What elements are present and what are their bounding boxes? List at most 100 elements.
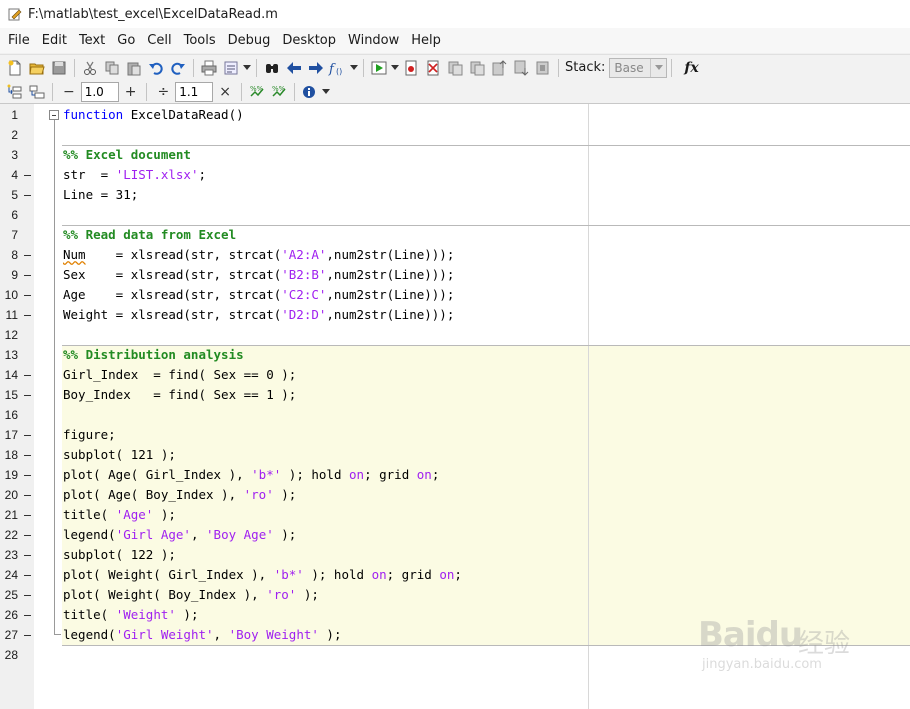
new-file-icon[interactable] (4, 58, 26, 78)
divide-value-input[interactable] (175, 81, 214, 102)
code-line[interactable]: 24 plot( Weight( Girl_Index ), 'b*' ); ho… (0, 565, 910, 585)
step-in-icon[interactable] (466, 58, 488, 78)
executable-line-marker[interactable] (24, 315, 31, 316)
exit-debug-icon[interactable] (532, 58, 554, 78)
executable-line-marker[interactable] (24, 395, 31, 396)
executable-line-marker[interactable] (24, 295, 31, 296)
executable-line-marker[interactable] (24, 375, 31, 376)
code-line[interactable]: 25 plot( Weight( Boy_Index ), 'ro' ); (0, 585, 910, 605)
code-line[interactable]: 5 Line = 31; (0, 185, 910, 205)
code-line[interactable]: 15 Boy_Index = find( Sex == 1 ); (0, 385, 910, 405)
info-icon[interactable] (299, 82, 321, 102)
multiply-button[interactable]: × (219, 84, 231, 100)
decrement-value-input[interactable] (80, 81, 119, 102)
executable-line-marker[interactable] (24, 595, 31, 596)
code-text[interactable]: Boy_Index = find( Sex == 1 ); (63, 385, 296, 405)
divide-button[interactable]: ÷ (157, 84, 169, 100)
code-text[interactable]: subplot( 121 ); (63, 445, 176, 465)
menu-text[interactable]: Text (73, 28, 111, 53)
code-line[interactable]: 19 plot( Age( Girl_Index ), 'b*' ); hold … (0, 465, 910, 485)
code-line[interactable]: 11 Weight = xlsread(str, strcat('D2:D',nu… (0, 305, 910, 325)
back-arrow-icon[interactable] (283, 58, 305, 78)
code-line[interactable]: 9 Sex = xlsread(str, strcat('B2:B',num2st… (0, 265, 910, 285)
executable-line-marker[interactable] (24, 175, 31, 176)
code-line[interactable]: 14 Girl_Index = find( Sex == 0 ); (0, 365, 910, 385)
run-icon[interactable] (368, 58, 390, 78)
cut-icon[interactable] (79, 58, 101, 78)
code-text[interactable]: %% Distribution analysis (63, 345, 244, 365)
code-text[interactable]: function ExcelDataRead() (63, 105, 244, 125)
menu-tools[interactable]: Tools (178, 28, 222, 53)
menu-edit[interactable]: Edit (36, 28, 73, 53)
redo-icon[interactable] (167, 58, 189, 78)
code-text[interactable]: Weight = xlsread(str, strcat('D2:D',num2… (63, 305, 454, 325)
executable-line-marker[interactable] (24, 435, 31, 436)
code-text[interactable]: subplot( 122 ); (63, 545, 176, 565)
clear-breakpoints-icon[interactable] (422, 58, 444, 78)
code-text[interactable]: Girl_Index = find( Sex == 0 ); (63, 365, 296, 385)
executable-line-marker[interactable] (24, 575, 31, 576)
code-editor[interactable]: 1 function ExcelDataRead() 2 3%% Excel docu… (0, 104, 910, 709)
decrement-minus-button[interactable]: − (63, 84, 75, 100)
function-list-icon[interactable]: f() (327, 58, 349, 78)
insert-cell-icon[interactable] (4, 82, 26, 102)
code-text[interactable]: title( 'Age' ); (63, 505, 176, 525)
code-text[interactable]: plot( Weight( Girl_Index ), 'b*' ); hold… (63, 565, 462, 585)
collapse-fold-icon[interactable] (49, 110, 59, 120)
code-line[interactable]: 8 Num = xlsread(str, strcat('A2:A',num2st… (0, 245, 910, 265)
executable-line-marker[interactable] (24, 495, 31, 496)
code-text[interactable]: title( 'Weight' ); (63, 605, 198, 625)
chevron-down-icon[interactable] (650, 58, 666, 77)
executable-line-marker[interactable] (24, 255, 31, 256)
chevron-down-icon[interactable] (349, 58, 359, 78)
set-breakpoint-icon[interactable] (400, 58, 422, 78)
chevron-down-icon[interactable] (321, 82, 331, 102)
code-text[interactable]: str = 'LIST.xlsx'; (63, 165, 206, 185)
menu-file[interactable]: File (2, 28, 36, 53)
code-text[interactable]: Age = xlsread(str, strcat('C2:C',num2str… (63, 285, 454, 305)
executable-line-marker[interactable] (24, 535, 31, 536)
code-line[interactable]: 17 figure; (0, 425, 910, 445)
code-text[interactable]: Sex = xlsread(str, strcat('B2:B',num2str… (63, 265, 454, 285)
code-line[interactable]: 13 %% Distribution analysis (0, 345, 910, 365)
hide-cell-titles-icon[interactable]: %% (268, 82, 290, 102)
copy-icon[interactable] (101, 58, 123, 78)
chevron-down-icon[interactable] (242, 58, 252, 78)
menu-window[interactable]: Window (342, 28, 405, 53)
menu-help[interactable]: Help (405, 28, 447, 53)
code-line[interactable]: 22 legend('Girl Age', 'Boy Age' ); (0, 525, 910, 545)
code-line[interactable]: 4 str = 'LIST.xlsx'; (0, 165, 910, 185)
menu-cell[interactable]: Cell (141, 28, 177, 53)
code-text[interactable]: %% Read data from Excel (63, 225, 236, 245)
code-line[interactable]: 12 (0, 325, 910, 345)
code-line[interactable]: 3 %% Excel document (0, 145, 910, 165)
executable-line-marker[interactable] (24, 635, 31, 636)
evaluate-cell-icon[interactable] (26, 82, 48, 102)
publish-icon[interactable] (220, 58, 242, 78)
executable-line-marker[interactable] (24, 455, 31, 456)
code-text[interactable]: Num = xlsread(str, strcat('A2:A',num2str… (63, 245, 454, 265)
chevron-down-icon[interactable] (390, 58, 400, 78)
code-text[interactable]: legend('Girl Age', 'Boy Age' ); (63, 525, 296, 545)
code-line[interactable]: 20 plot( Age( Boy_Index ), 'ro' ); (0, 485, 910, 505)
step-out-icon[interactable] (488, 58, 510, 78)
function-browser-button[interactable]: fx (684, 60, 698, 76)
save-icon[interactable] (48, 58, 70, 78)
menu-go[interactable]: Go (111, 28, 141, 53)
code-text[interactable]: figure; (63, 425, 116, 445)
code-text[interactable]: plot( Weight( Boy_Index ), 'ro' ); (63, 585, 319, 605)
code-line[interactable]: 21 title( 'Age' ); (0, 505, 910, 525)
forward-arrow-icon[interactable] (305, 58, 327, 78)
undo-icon[interactable] (145, 58, 167, 78)
continue-icon[interactable] (510, 58, 532, 78)
executable-line-marker[interactable] (24, 515, 31, 516)
code-text[interactable]: plot( Age( Girl_Index ), 'b*' ); hold on… (63, 465, 439, 485)
stack-dropdown[interactable]: Base (609, 57, 668, 78)
menu-desktop[interactable]: Desktop (276, 28, 342, 53)
executable-line-marker[interactable] (24, 555, 31, 556)
menu-debug[interactable]: Debug (222, 28, 277, 53)
increment-plus-button[interactable]: + (125, 84, 137, 100)
show-cell-titles-icon[interactable]: %% (246, 82, 268, 102)
print-icon[interactable] (198, 58, 220, 78)
paste-icon[interactable] (123, 58, 145, 78)
